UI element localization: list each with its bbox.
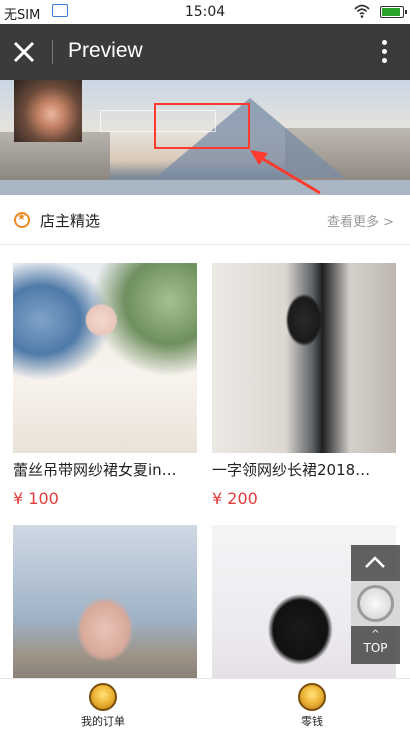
section-title: 店主精选 (40, 212, 101, 230)
back-to-top-button[interactable]: ^ TOP (351, 626, 400, 664)
product-card[interactable]: 蕾丝吊带网纱裙女夏in… ¥ 100 (13, 263, 197, 508)
hero-banner[interactable] (0, 80, 410, 195)
bottom-nav: 我的订单 零钱 (0, 678, 410, 729)
scroll-up-button[interactable] (351, 545, 400, 581)
product-card[interactable]: 一字领网纱长裙2018… ¥ 200 (212, 263, 396, 508)
title-divider (52, 40, 53, 64)
product-name: 一字领网纱长裙2018… (212, 461, 371, 479)
product-price: ¥ 100 (13, 489, 59, 508)
tab-my-orders[interactable]: 我的订单 (43, 683, 163, 729)
gold-ingot-icon (89, 683, 117, 711)
annotation-arrow (250, 150, 321, 195)
product-image[interactable] (13, 263, 197, 453)
battery-icon (380, 6, 407, 18)
star-icon (14, 212, 30, 228)
close-icon[interactable] (10, 38, 38, 66)
banner-water (0, 180, 410, 195)
featured-section-header: 店主精选 查看更多 > (0, 195, 410, 245)
clock: 15:04 (184, 4, 226, 20)
product-price: ¥ 200 (212, 489, 258, 508)
chevron-up-icon (365, 556, 385, 568)
wifi-icon (354, 4, 370, 18)
gold-ingot-icon (298, 683, 326, 711)
product-name: 蕾丝吊带网纱裙女夏in… (13, 461, 177, 479)
view-more-link[interactable]: 查看更多 > (327, 211, 394, 230)
caret-up-icon: ^ (371, 629, 380, 640)
status-bar: 无SIM 15:04 (0, 0, 410, 24)
page-title: Preview (68, 39, 143, 62)
watch-ad-thumbnail[interactable] (351, 581, 400, 626)
back-to-top-label: TOP (363, 641, 388, 655)
tab-change-wallet[interactable]: 零钱 (252, 683, 372, 729)
product-image[interactable] (212, 263, 396, 453)
title-bar: Preview (0, 24, 410, 80)
banner-inset-photo (14, 80, 82, 142)
highlight-box (154, 103, 250, 149)
watch-icon (357, 585, 394, 622)
more-options-icon[interactable] (380, 40, 388, 66)
